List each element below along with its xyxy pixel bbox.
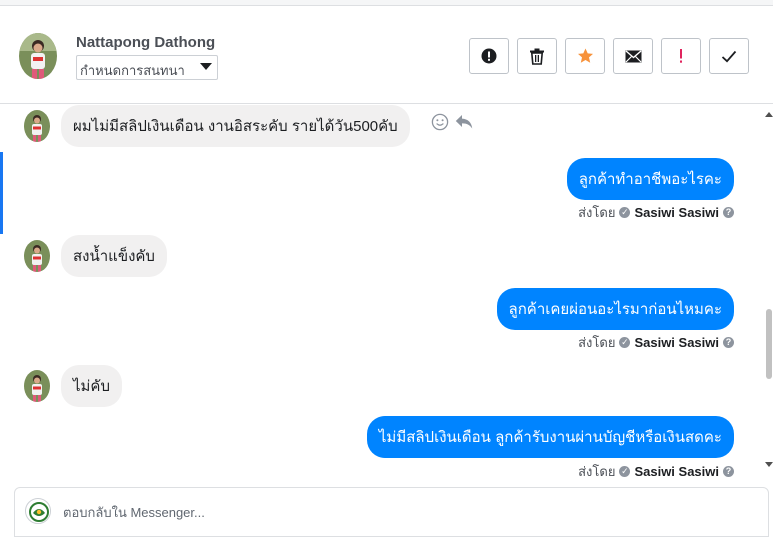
conversation-label-dropdown[interactable]: กำหนดการสนทนา	[76, 55, 218, 80]
spam-button[interactable]	[661, 38, 701, 74]
reply-composer	[14, 487, 769, 537]
reply-input[interactable]	[63, 501, 753, 523]
sender-avatar[interactable]	[24, 110, 50, 142]
help-icon[interactable]: ?	[723, 466, 734, 477]
message-thread: ผมไม่มีสลิปเงินเดือน งานอิสระคับ รายได้ว…	[0, 104, 765, 477]
alert-circle-icon	[481, 48, 497, 64]
scroll-up-arrow-icon[interactable]	[765, 112, 773, 117]
message-bubble-incoming[interactable]: ไม่คับ	[61, 365, 122, 407]
header-actions	[469, 38, 749, 74]
exclamation-icon	[680, 49, 682, 63]
conversation-header: Nattapong Dathong กำหนดการสนทนา	[0, 7, 773, 104]
mark-unread-button[interactable]	[613, 38, 653, 74]
mark-done-button[interactable]	[709, 38, 749, 74]
checkmark-icon	[721, 50, 737, 62]
star-icon	[577, 48, 593, 63]
caret-down-icon	[200, 63, 212, 70]
page-avatar	[25, 498, 51, 524]
sender-name[interactable]: Sasiwi Sasiwi	[634, 335, 719, 350]
message-bubble-outgoing[interactable]: ลูกค้าทำอาชีพอะไรคะ	[566, 158, 734, 200]
sent-by-label: ส่งโดย	[578, 205, 616, 220]
sender-name[interactable]: Sasiwi Sasiwi	[634, 464, 719, 477]
contact-avatar[interactable]	[19, 33, 57, 79]
reply-icon[interactable]	[455, 114, 473, 130]
contact-name[interactable]: Nattapong Dathong	[76, 34, 215, 51]
dropdown-label: กำหนดการสนทนา	[80, 63, 185, 78]
report-button[interactable]	[469, 38, 509, 74]
page-badge-icon: ✓	[619, 207, 631, 218]
emoji-reaction-icon[interactable]	[431, 113, 449, 131]
thread-scrollbar[interactable]	[765, 104, 773, 477]
trash-icon	[530, 48, 544, 65]
scrollbar-thumb[interactable]	[766, 309, 772, 379]
page-badge-icon: ✓	[619, 337, 631, 348]
message-bubble-outgoing[interactable]: ไม่มีสลิปเงินเดือน ลูกค้ารับงานผ่านบัญชี…	[366, 416, 734, 458]
top-border	[0, 0, 773, 6]
sent-by-label: ส่งโดย	[578, 335, 616, 350]
envelope-icon	[625, 49, 641, 62]
delete-button[interactable]	[517, 38, 557, 74]
page-badge-icon: ✓	[619, 466, 631, 477]
sent-by-line: ส่งโดย ✓ Sasiwi Sasiwi ?	[578, 332, 734, 353]
sender-name[interactable]: Sasiwi Sasiwi	[634, 205, 719, 220]
message-tools	[431, 113, 473, 131]
sent-by-label: ส่งโดย	[578, 464, 616, 477]
message-bubble-incoming[interactable]: สงน้ำแข็งคับ	[61, 235, 167, 277]
message-bubble-outgoing[interactable]: ลูกค้าเคยผ่อนอะไรมาก่อนไหมคะ	[496, 288, 734, 330]
help-icon[interactable]: ?	[723, 207, 734, 218]
sent-by-line: ส่งโดย ✓ Sasiwi Sasiwi ?	[578, 202, 734, 223]
sender-avatar[interactable]	[24, 240, 50, 272]
scroll-down-arrow-icon[interactable]	[765, 462, 773, 467]
help-icon[interactable]: ?	[723, 337, 734, 348]
star-button[interactable]	[565, 38, 605, 74]
sent-by-line: ส่งโดย ✓ Sasiwi Sasiwi ?	[578, 461, 734, 477]
message-bubble-incoming[interactable]: ผมไม่มีสลิปเงินเดือน งานอิสระคับ รายได้ว…	[61, 105, 410, 147]
selected-marker	[0, 152, 3, 234]
sender-avatar[interactable]	[24, 370, 50, 402]
